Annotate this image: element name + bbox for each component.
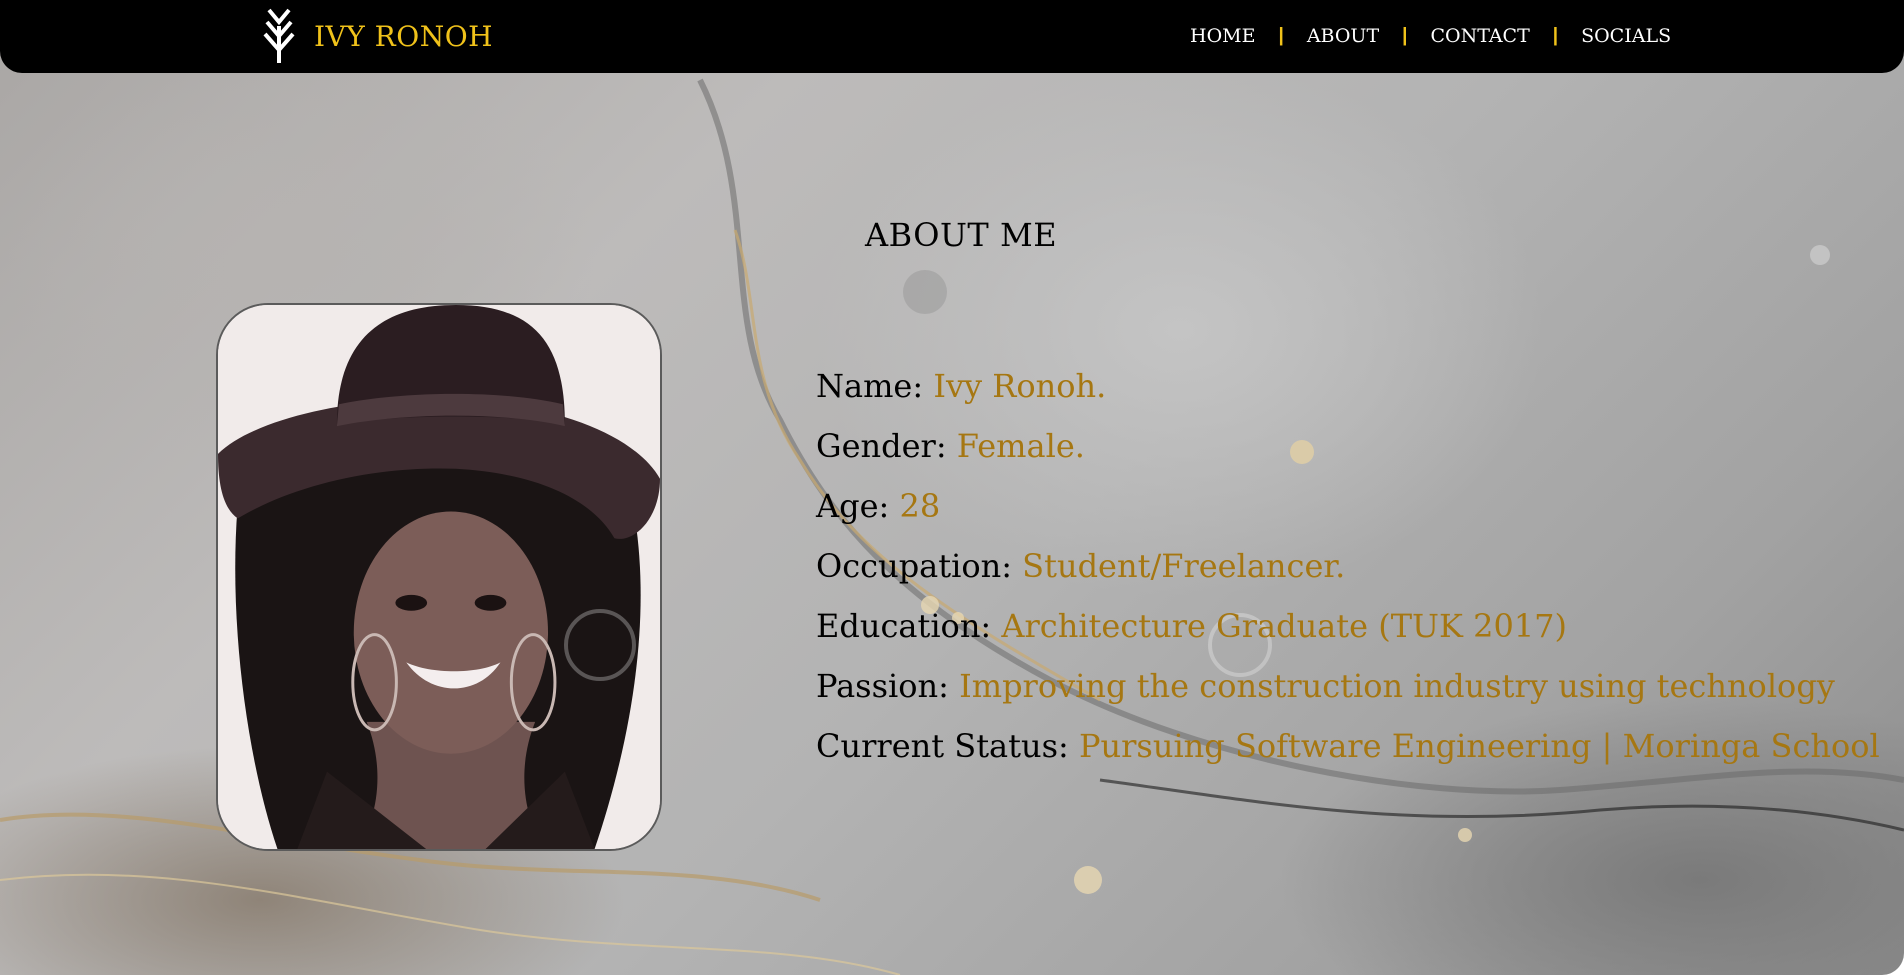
detail-row-education: Education: Architecture Graduate (TUK 20… — [816, 596, 1876, 656]
detail-row-gender: Gender: Female. — [816, 416, 1876, 476]
profile-photo-illustration — [218, 305, 660, 849]
nav-link-about[interactable]: ABOUT — [1307, 25, 1379, 47]
detail-value: Ivy Ronoh. — [933, 367, 1107, 405]
detail-label: Passion: — [816, 667, 949, 705]
detail-value: Architecture Graduate (TUK 2017) — [1001, 607, 1568, 645]
detail-label: Name: — [816, 367, 924, 405]
nav-link-socials[interactable]: SOCIALS — [1581, 25, 1671, 47]
detail-row-occupation: Occupation: Student/Freelancer. — [816, 536, 1876, 596]
brand[interactable]: IVY RONOH — [262, 6, 493, 66]
nav-separator: | — [1552, 25, 1559, 46]
page: IVY RONOH HOME | ABOUT | CONTACT | SOCIA… — [0, 0, 1904, 975]
nav-link-contact[interactable]: CONTACT — [1430, 25, 1529, 47]
detail-label: Age: — [816, 487, 890, 525]
detail-value: Pursuing Software Engineering | Moringa … — [1078, 727, 1880, 765]
profile-photo — [216, 303, 662, 851]
detail-row-current-status: Current Status: Pursuing Software Engine… — [816, 716, 1880, 776]
about-title: ABOUT ME — [865, 216, 1058, 254]
detail-value: Improving the construction industry usin… — [959, 667, 1835, 705]
detail-value: Student/Freelancer. — [1022, 547, 1346, 585]
detail-label: Gender: — [816, 427, 947, 465]
navbar: IVY RONOH HOME | ABOUT | CONTACT | SOCIA… — [0, 0, 1904, 73]
detail-label: Occupation: — [816, 547, 1012, 585]
detail-row-name: Name: Ivy Ronoh. — [816, 356, 1876, 416]
about-details: Name: Ivy Ronoh. Gender: Female. Age: 28… — [816, 356, 1880, 776]
detail-value: 28 — [899, 487, 941, 525]
nav-link-home[interactable]: HOME — [1190, 25, 1255, 47]
detail-label: Education: — [816, 607, 992, 645]
detail-value: Female. — [956, 427, 1085, 465]
detail-row-passion: Passion: Improving the construction indu… — [816, 656, 1876, 716]
arrow-tree-icon — [263, 8, 295, 63]
main-nav: HOME | ABOUT | CONTACT | SOCIALS — [1190, 18, 1671, 54]
brand-name: IVY RONOH — [314, 19, 494, 53]
detail-row-age: Age: 28 — [816, 476, 1876, 536]
nav-separator: | — [1402, 25, 1408, 46]
detail-label: Current Status: — [816, 727, 1069, 765]
nav-separator: | — [1278, 25, 1284, 46]
